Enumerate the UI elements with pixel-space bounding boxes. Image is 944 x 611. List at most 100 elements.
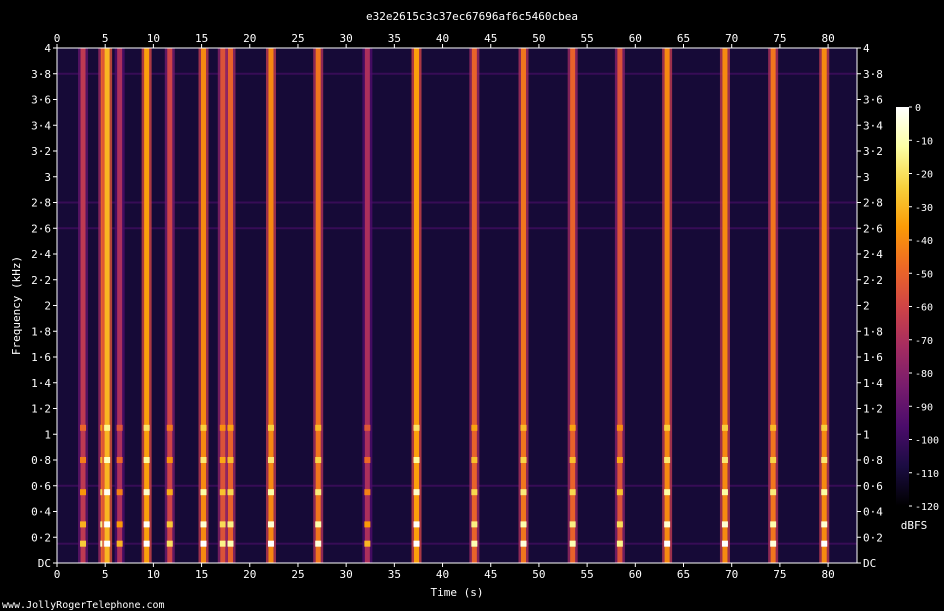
harmonic-mark <box>364 489 371 496</box>
harmonic-mark <box>104 489 111 496</box>
y-right-tick-label: 2·2 <box>863 274 883 287</box>
event-core <box>167 48 173 563</box>
y-right-tick-label: 3·4 <box>863 119 883 132</box>
x-bottom-tick-label: 70 <box>725 568 738 581</box>
harmonic-mark <box>471 424 478 431</box>
harmonic-mark <box>80 489 87 496</box>
harmonic-mark <box>569 489 576 496</box>
harmonic-mark <box>166 457 173 463</box>
harmonic-mark <box>413 489 420 496</box>
colorbar-label: dBFS <box>901 519 928 532</box>
y-left-tick-label: 2·6 <box>31 222 51 235</box>
event-core <box>821 48 827 563</box>
y-axis-left: DC 0·2 0·4 0·6 0·8 1 1·2 1·4 1·6 1·8 2 2·2 2·4 2·6 2·8… <box>31 42 57 570</box>
harmonic-mark <box>413 424 420 431</box>
harmonic-mark <box>664 489 671 496</box>
colorbar-tick-label: -100 <box>915 436 939 447</box>
event-core <box>220 48 226 563</box>
chart-title: e32e2615c3c37ec67696af6c5460cbea <box>366 10 578 23</box>
colorbar-tick-label: -20 <box>915 170 933 181</box>
event-core <box>471 48 477 563</box>
harmonic-mark <box>315 489 322 496</box>
x-top-tick-label: 55 <box>580 32 593 45</box>
event-column <box>114 48 125 563</box>
y-left-tick-label: 1·8 <box>31 325 51 338</box>
event-core <box>664 48 670 563</box>
event-core <box>315 48 321 563</box>
x-top-tick-label: 5 <box>102 32 109 45</box>
x-bottom-tick-label: 20 <box>243 568 256 581</box>
harmonic-mark <box>200 489 207 496</box>
colorbar-tick-label: -70 <box>915 336 933 347</box>
y-right-tick-label: 0·8 <box>863 454 883 467</box>
harmonic-mark <box>143 424 150 431</box>
y-right-tick-label: 3·2 <box>863 145 883 158</box>
x-top-tick-label: 80 <box>821 32 834 45</box>
harmonic-mark <box>116 424 123 431</box>
harmonic-mark <box>770 424 777 431</box>
x-bottom-tick-label: 10 <box>147 568 160 581</box>
y-left-tick-label: 0·8 <box>31 454 51 467</box>
harmonic-mark <box>413 540 420 547</box>
harmonic-mark <box>413 457 420 463</box>
event-core <box>104 48 110 563</box>
y-right-tick-label: 0·6 <box>863 480 883 493</box>
event-column <box>614 48 625 563</box>
harmonic-mark <box>569 424 576 431</box>
noise-band <box>57 72 857 75</box>
harmonic-mark <box>364 521 371 528</box>
event-column <box>469 48 480 563</box>
x-bottom-tick-label: 60 <box>629 568 642 581</box>
colorbar-tick-label: -110 <box>915 469 939 480</box>
x-bottom-tick-label: 5 <box>102 568 109 581</box>
event-core <box>722 48 728 563</box>
harmonic-mark <box>721 540 728 547</box>
harmonic-mark <box>104 521 111 528</box>
x-axis-top: 0 5 10 15 20 25 30 35 40 45 50 55 60 65 70 75 80 <box>54 32 835 48</box>
harmonic-mark <box>664 457 671 463</box>
harmonic-mark <box>616 424 623 431</box>
harmonic-mark <box>471 489 478 496</box>
event-core <box>570 48 576 563</box>
noise-band <box>57 484 857 487</box>
x-top-tick-label: 0 <box>54 32 61 45</box>
harmonic-mark <box>227 424 234 431</box>
harmonic-mark <box>616 540 623 547</box>
harmonic-mark <box>104 424 111 431</box>
colorbar: 0 -10 -20 -30 -40 -50 -60 -70 -80 -90 -100 -110 -120… <box>896 103 939 532</box>
harmonic-mark <box>616 521 623 528</box>
event-column <box>719 48 730 563</box>
colorbar-ticks: 0 -10 -20 -30 -40 -50 -60 -70 -80 -90 -100 -110 -120 <box>909 103 939 513</box>
harmonic-mark <box>770 489 777 496</box>
x-top-tick-label: 45 <box>484 32 497 45</box>
y-left-tick-label: 3·4 <box>31 119 51 132</box>
colorbar-tick-label: 0 <box>915 103 921 114</box>
x-top-tick-label: 10 <box>147 32 160 45</box>
event-column <box>518 48 529 563</box>
harmonic-mark <box>267 540 274 547</box>
y-left-tick-label: 0·2 <box>31 531 51 544</box>
harmonic-mark <box>569 540 576 547</box>
harmonic-mark <box>227 540 234 547</box>
event-core <box>521 48 527 563</box>
harmonic-mark <box>569 457 576 463</box>
y-right-tick-label: 0·4 <box>863 506 883 519</box>
event-core <box>364 48 370 563</box>
event-column <box>819 48 830 563</box>
event-core <box>117 48 123 563</box>
x-axis-label: Time (s) <box>431 586 484 599</box>
y-right-tick-label: 1·2 <box>863 403 883 416</box>
y-right-tick-label: DC <box>863 557 876 570</box>
y-left-tick-label: 3 <box>44 171 51 184</box>
y-right-tick-label: 3 <box>863 171 870 184</box>
colorbar-tick-label: -50 <box>915 269 933 280</box>
colorbar-scale <box>896 107 909 506</box>
colorbar-tick-label: -120 <box>915 502 939 513</box>
harmonic-mark <box>471 540 478 547</box>
y-left-tick-label: DC <box>38 557 51 570</box>
harmonic-mark <box>315 540 322 547</box>
x-bottom-tick-label: 65 <box>677 568 690 581</box>
y-right-tick-label: 3·8 <box>863 68 883 81</box>
y-right-tick-label: 3·6 <box>863 94 883 107</box>
harmonic-mark <box>116 540 123 547</box>
